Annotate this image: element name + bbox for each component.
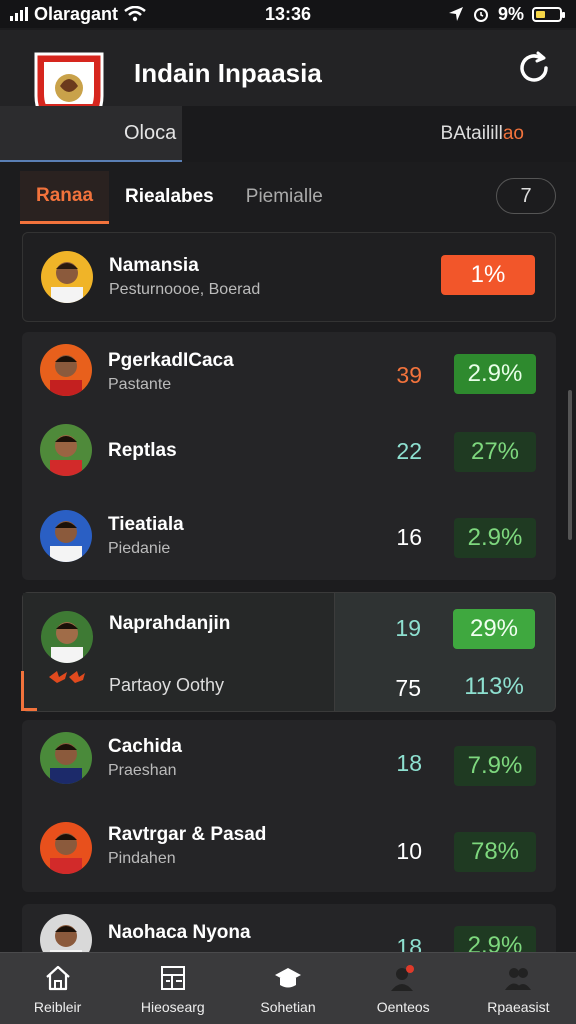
status-bar: Olaragant 13:36 9% bbox=[0, 0, 576, 28]
subnav-right-main: Atailill bbox=[453, 123, 503, 144]
percentage-badge: 2.9% bbox=[454, 354, 536, 394]
player-position: Praeshan bbox=[108, 762, 177, 779]
subnav-left-label: Oloca bbox=[124, 121, 177, 144]
percentage-badge: 78% bbox=[454, 832, 536, 872]
location-arrow-icon bbox=[448, 7, 463, 21]
nav-label: Hieosearg bbox=[140, 998, 205, 1015]
subnav-right-tab[interactable]: B Atailill ao bbox=[182, 106, 576, 162]
nav-item-stats[interactable]: Hieosearg bbox=[115, 953, 230, 1024]
tab-counter[interactable]: 7 bbox=[496, 178, 556, 214]
percentage-badge: 27% bbox=[454, 432, 536, 472]
status-left: Olaragant bbox=[10, 4, 146, 25]
player-position: Pesturnoooe, Boerad bbox=[109, 281, 261, 298]
avatar bbox=[41, 611, 93, 663]
avatar bbox=[40, 822, 92, 874]
bird-icon bbox=[49, 671, 85, 683]
player-name: Tieatiala bbox=[108, 514, 184, 535]
carrier-name: Olaragant bbox=[34, 3, 119, 24]
app-title: Indain Inpaasia bbox=[134, 58, 322, 88]
player-position: Piedanie bbox=[108, 540, 171, 557]
player-name: PgerkadICaca bbox=[108, 350, 234, 371]
highlighted-player-card[interactable]: Naprahdanjin Partaoy Oothy 19 75 29% 113… bbox=[21, 592, 556, 712]
home-icon bbox=[45, 965, 70, 990]
avatar bbox=[41, 251, 93, 303]
nav-label: Rpaeasist bbox=[487, 998, 550, 1015]
stat-number: 10 bbox=[396, 838, 422, 864]
list-item[interactable]: PgerkadICaca Pastante 39 2.9% bbox=[22, 332, 556, 412]
nav-label: Reibleir bbox=[33, 998, 82, 1015]
selection-bracket bbox=[21, 671, 37, 711]
stat-number-secondary: 75 bbox=[395, 675, 421, 701]
stats-icon bbox=[160, 965, 185, 990]
nav-item-home[interactable]: Reibleir bbox=[0, 953, 115, 1024]
team-icon bbox=[505, 967, 532, 990]
percentage-badge: 7.9% bbox=[454, 746, 536, 786]
player-name: Cachida bbox=[108, 736, 182, 757]
player-name: Naprahdanjin bbox=[109, 613, 231, 634]
refresh-icon[interactable] bbox=[516, 50, 552, 86]
nav-item-team[interactable]: Rpaeasist bbox=[461, 953, 576, 1024]
cellular-signal-icon bbox=[10, 7, 28, 21]
graduation-cap-icon bbox=[275, 967, 301, 987]
alarm-icon bbox=[473, 8, 488, 22]
tab-riealabes[interactable]: Riealabes bbox=[109, 172, 230, 222]
stat-number: 18 bbox=[396, 750, 422, 776]
avatar bbox=[40, 732, 92, 784]
percentage-secondary: 113% bbox=[464, 673, 524, 700]
player-position: Pindahen bbox=[108, 850, 176, 867]
avatar bbox=[40, 510, 92, 562]
nav-item-coach[interactable]: Oenteos bbox=[346, 953, 461, 1024]
coach-icon bbox=[391, 964, 415, 991]
avatar bbox=[40, 344, 92, 396]
list-item[interactable]: Tieatiala Piedanie 16 2.9% bbox=[22, 496, 556, 580]
avatar bbox=[40, 424, 92, 476]
subnav: Oloca B Atailill ao bbox=[0, 106, 576, 162]
player-name: Ravtrgar & Pasad bbox=[108, 824, 267, 845]
filter-tabs: Ranaa Riealabes Piemialle 7 bbox=[0, 170, 576, 224]
battery-icon bbox=[532, 6, 565, 22]
list-item[interactable]: Reptlas 22 27% bbox=[22, 414, 556, 494]
tab-ranaa[interactable]: Ranaa bbox=[20, 170, 110, 224]
nav-item-school[interactable]: Sohetian bbox=[230, 953, 345, 1024]
percentage-badge: 1% bbox=[441, 255, 535, 295]
scrollbar[interactable] bbox=[568, 390, 572, 540]
player-name: Naohaca Nyona bbox=[108, 922, 251, 943]
battery-percent: 9% bbox=[497, 3, 524, 24]
player-position: Partaoy Oothy bbox=[109, 675, 225, 695]
stat-number: 16 bbox=[396, 524, 422, 550]
player-name: Reptlas bbox=[108, 440, 177, 461]
percentage-badge: 29% bbox=[453, 609, 535, 649]
tab-piemialle[interactable]: Piemialle bbox=[230, 172, 339, 222]
wifi-icon bbox=[124, 6, 146, 22]
list-item[interactable]: Ravtrgar & Pasad Pindahen 10 78% bbox=[22, 808, 556, 892]
header: Indain Inpaasia Oloca B Atailill ao bbox=[0, 30, 576, 162]
bottom-nav: Reibleir Hieosearg Sohetian Oenteos Rpae… bbox=[0, 952, 576, 1024]
stat-number: 22 bbox=[396, 438, 422, 464]
status-right: 9% bbox=[448, 3, 565, 25]
nav-label: Sohetian bbox=[260, 998, 316, 1015]
player-position: Pastante bbox=[108, 376, 172, 393]
nav-label: Oenteos bbox=[376, 998, 430, 1015]
list-item[interactable]: Cachida Praeshan 18 7.9% bbox=[22, 720, 556, 806]
subnav-left-tab[interactable]: Oloca bbox=[0, 106, 182, 162]
featured-card[interactable]: Namansia Pesturnoooe, Boerad 1% bbox=[22, 232, 556, 322]
player-name: Namansia bbox=[109, 255, 199, 276]
subnav-right-prefix: B bbox=[440, 123, 454, 144]
stat-number: 39 bbox=[396, 362, 422, 388]
subnav-right-accent: ao bbox=[502, 123, 524, 144]
stat-number: 19 bbox=[395, 615, 421, 641]
percentage-badge: 2.9% bbox=[454, 518, 536, 558]
